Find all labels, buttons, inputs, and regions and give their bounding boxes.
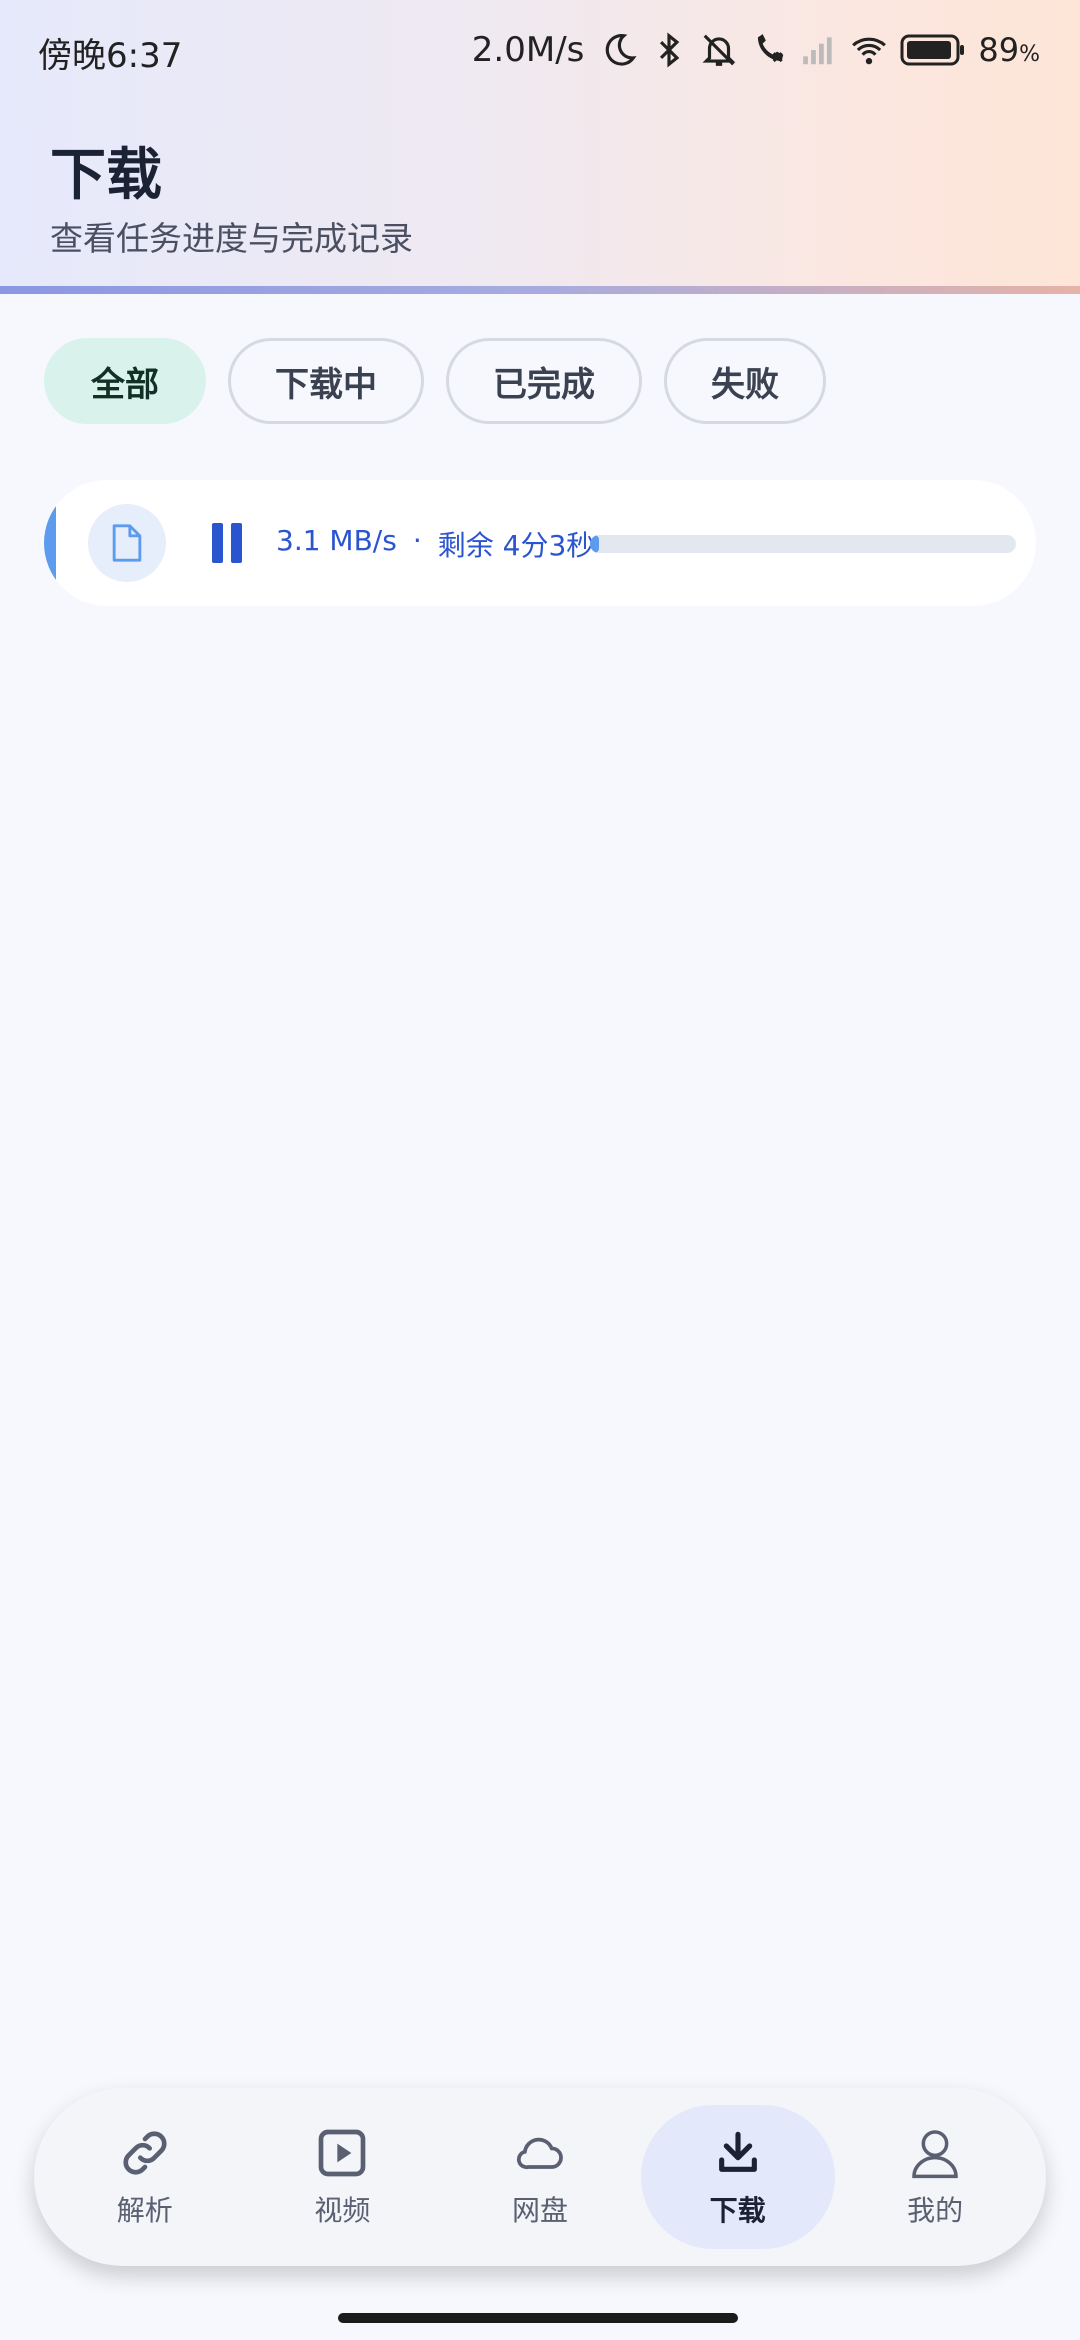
file-icon [112,524,142,562]
cloud-icon [516,2137,563,2170]
battery-percent: 89% [978,31,1040,69]
mute-icon [702,34,736,66]
download-speed: 3.1 MB/s [276,524,397,557]
call-off-icon [758,34,784,63]
nav-item-parse[interactable]: 解析 [48,2105,242,2249]
moon-icon [606,34,637,66]
page-title: 下载 [50,143,162,208]
status-net-speed: 2.0M/s [471,30,585,70]
link-icon [123,2131,167,2175]
pause-icon[interactable] [212,523,242,563]
bluetooth-icon [660,32,680,68]
nav-item-video[interactable]: 视频 [245,2105,439,2249]
nav-label: 下载 [709,2194,766,2227]
status-icons: 2.0M/s 89% [472,22,1040,78]
filter-chip-downloading[interactable]: 下载中 [228,338,424,424]
filter-chip-all[interactable]: 全部 [44,338,206,424]
file-icon-badge [88,504,166,582]
info-separator: · [412,524,422,557]
download-task-card[interactable]: 3.1 MB/s · 剩余 4分3秒 [44,480,1036,606]
nav-label: 网盘 [511,2194,568,2227]
video-icon [319,2129,366,2177]
download-icon [718,2131,757,2172]
bottom-nav: 解析 视频 网盘 下载 我的 [34,2088,1046,2266]
battery-icon [900,34,965,66]
nav-label: 解析 [116,2194,173,2227]
nav-label: 视频 [314,2194,371,2227]
nav-item-profile[interactable]: 我的 [838,2105,1032,2249]
filter-chips: 全部 下载中 已完成 失败 [44,338,826,424]
wifi-icon [852,37,887,65]
profile-icon [912,2130,958,2179]
download-remaining-time: 剩余 4分3秒 [437,529,595,562]
home-indicator[interactable] [338,2313,738,2323]
download-info: 3.1 MB/s · 剩余 4分3秒 [276,524,594,564]
page-subtitle: 查看任务进度与完成记录 [50,219,413,258]
download-progress-bar [590,535,1016,553]
header-divider [0,286,1080,294]
signal-icon [803,37,833,65]
card-accent-bar [44,480,56,606]
nav-label: 我的 [907,2194,964,2227]
nav-item-cloud[interactable]: 网盘 [443,2105,637,2249]
filter-chip-failed[interactable]: 失败 [664,338,826,424]
filter-chip-completed[interactable]: 已完成 [446,338,642,424]
status-time: 傍晚6:37 [38,36,183,76]
nav-item-download[interactable]: 下载 [640,2105,835,2249]
